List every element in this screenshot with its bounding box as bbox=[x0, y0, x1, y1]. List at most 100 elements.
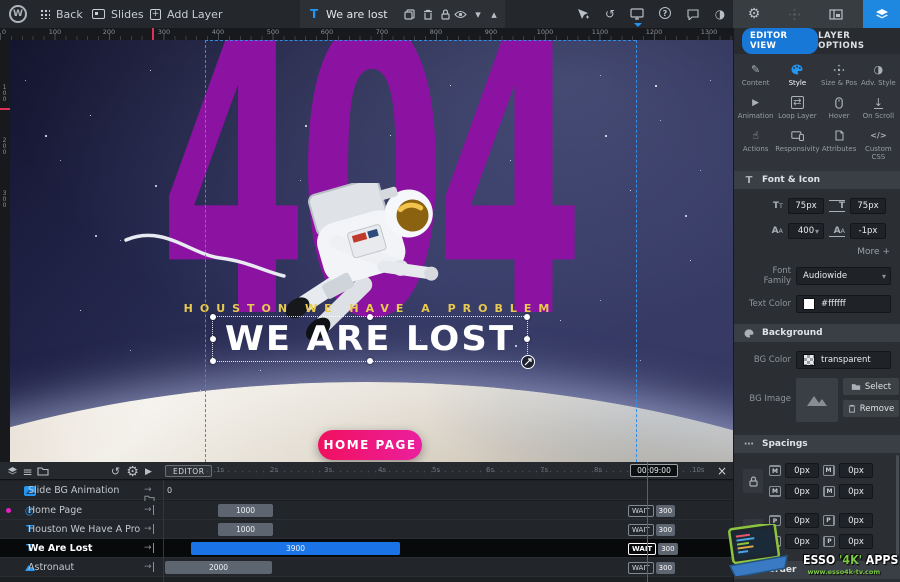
tab-hover[interactable]: Hover bbox=[819, 96, 858, 120]
preview-device-icon[interactable] bbox=[630, 7, 644, 21]
wait-badge[interactable]: WAIT 300 bbox=[628, 504, 675, 517]
wait-badge[interactable]: WAIT 300 bbox=[628, 561, 675, 574]
tab-size-pos[interactable]: Size & Pos bbox=[819, 63, 858, 87]
font-family-select[interactable]: Audiowide bbox=[796, 267, 891, 285]
timeline-layers-icon[interactable] bbox=[6, 465, 19, 478]
resize-handle-e[interactable] bbox=[524, 336, 530, 342]
animation-bar[interactable]: 2000 bbox=[165, 561, 272, 574]
letter-spacing-input[interactable]: -1px bbox=[850, 223, 886, 239]
selected-layer-box[interactable]: WE ARE LOST bbox=[212, 316, 528, 362]
resize-handle-sw[interactable] bbox=[210, 358, 216, 364]
feedback-icon[interactable] bbox=[686, 7, 700, 21]
delete-layer-icon[interactable] bbox=[421, 7, 435, 21]
wait-badge[interactable]: WAIT 300 bbox=[628, 542, 678, 555]
layout-panels-icon[interactable] bbox=[829, 7, 843, 21]
tab-style[interactable]: Style bbox=[775, 63, 819, 87]
resize-handle-n[interactable] bbox=[367, 314, 373, 320]
font-weight-select[interactable]: 400 bbox=[788, 223, 824, 239]
timeline-close-icon[interactable] bbox=[714, 463, 730, 479]
selection-tool-icon[interactable] bbox=[576, 7, 590, 21]
duplicate-layer-icon[interactable] bbox=[402, 7, 416, 21]
tab-loop-layer[interactable]: Loop Layer bbox=[775, 96, 819, 120]
line-height-input[interactable]: 75px bbox=[850, 198, 886, 214]
margin-top-icon: M bbox=[769, 465, 781, 476]
section-font-icon[interactable]: T Font & Icon bbox=[734, 171, 900, 189]
move-layer-down-icon[interactable] bbox=[471, 7, 485, 21]
margin-lock-icon[interactable] bbox=[743, 469, 763, 493]
timeline-playhead[interactable] bbox=[647, 462, 648, 582]
layer-title-text[interactable]: WE ARE LOST bbox=[207, 317, 534, 361]
resize-handle-w[interactable] bbox=[210, 336, 216, 342]
help-icon[interactable] bbox=[659, 7, 671, 19]
timeline-menu-icon[interactable] bbox=[21, 465, 34, 478]
slide-canvas[interactable]: 404 bbox=[0, 40, 733, 462]
tab-content[interactable]: Content bbox=[736, 63, 775, 87]
timeline-row-home-page[interactable]: Home Page 1000 WAIT 300 bbox=[0, 501, 733, 520]
more-link[interactable]: More + bbox=[734, 247, 890, 257]
visibility-eye-icon[interactable] bbox=[453, 7, 467, 21]
move-tool-icon[interactable] bbox=[787, 7, 801, 21]
wait-badge[interactable]: WAIT 300 bbox=[628, 523, 675, 536]
margin-left-input[interactable]: 0px bbox=[839, 484, 873, 499]
back-button[interactable]: Back bbox=[40, 0, 83, 28]
skip-to-end-icon[interactable] bbox=[144, 505, 154, 515]
loop-icon bbox=[791, 96, 803, 109]
slides-button[interactable]: Slides bbox=[92, 0, 144, 28]
move-arrows-icon bbox=[833, 63, 845, 76]
bg-image-thumbnail[interactable] bbox=[796, 378, 838, 422]
timeline-row-astronaut[interactable]: Astronaut 2000 WAIT 300 bbox=[0, 558, 733, 577]
animation-bar[interactable]: 1000 bbox=[218, 523, 273, 536]
resize-handle-nw[interactable] bbox=[210, 314, 216, 320]
wordpress-logo[interactable] bbox=[9, 5, 27, 23]
lock-layer-icon[interactable] bbox=[438, 7, 452, 21]
margin-top-input[interactable]: 0px bbox=[785, 463, 819, 478]
option-tabs: Content Style Size & Pos Adv. Style bbox=[734, 54, 900, 171]
top-toolbar: Back Slides Add Layer T We are lost bbox=[0, 0, 900, 28]
timeline-play-icon[interactable] bbox=[142, 465, 155, 478]
skip-to-end-icon[interactable] bbox=[144, 562, 154, 572]
timeline-settings-icon[interactable] bbox=[126, 465, 139, 478]
slider-editor-app: 404 bbox=[0, 0, 900, 582]
text-color-input[interactable]: #ffffff bbox=[796, 295, 891, 313]
bg-image-select-button[interactable]: Select bbox=[843, 378, 899, 395]
contrast-icon[interactable] bbox=[713, 7, 727, 21]
layers-panel-button[interactable] bbox=[863, 0, 900, 28]
current-time-input[interactable]: 00:09:00 bbox=[630, 464, 678, 477]
settings-gear-icon[interactable] bbox=[747, 7, 761, 21]
tab-animation[interactable]: Animation bbox=[736, 96, 775, 120]
undo-icon[interactable] bbox=[603, 7, 617, 21]
tab-attributes[interactable]: Attributes bbox=[819, 129, 858, 161]
tab-custom-css[interactable]: Custom CSS bbox=[859, 129, 898, 161]
editor-view-button[interactable]: EDITOR VIEW bbox=[742, 28, 818, 54]
section-spacings[interactable]: Spacings bbox=[734, 435, 900, 453]
layer-home-page-button[interactable]: HOME PAGE bbox=[318, 430, 422, 460]
margin-bottom-input[interactable]: 0px bbox=[785, 484, 819, 499]
timeline-loop-icon[interactable] bbox=[109, 465, 122, 478]
font-size-input[interactable]: 75px bbox=[788, 198, 824, 214]
animation-bar-selected[interactable]: 3900 bbox=[191, 542, 400, 555]
tab-responsivity[interactable]: Responsivity bbox=[775, 129, 819, 161]
resize-handle-s[interactable] bbox=[367, 358, 373, 364]
bg-image-remove-button[interactable]: Remove bbox=[843, 400, 899, 417]
tab-adv-style[interactable]: Adv. Style bbox=[859, 63, 898, 87]
skip-to-end-icon[interactable] bbox=[144, 524, 154, 534]
resize-handle-ne[interactable] bbox=[524, 314, 530, 320]
section-background[interactable]: Background bbox=[734, 324, 900, 342]
selected-layer-bar: T We are lost bbox=[300, 0, 505, 28]
tab-actions[interactable]: Actions bbox=[736, 129, 775, 161]
font-size-icon: TT bbox=[767, 201, 783, 211]
bg-image-label: BG Image bbox=[743, 394, 791, 404]
timeline-row-slide-bg[interactable]: Slide BG Animation 0 bbox=[0, 481, 733, 500]
skip-to-end-icon[interactable] bbox=[144, 543, 154, 553]
move-layer-up-icon[interactable] bbox=[487, 7, 501, 21]
bg-color-input[interactable]: transparent bbox=[796, 351, 891, 369]
timeline-row-we-are-lost[interactable]: T We Are Lost 3900 WAIT 300 bbox=[0, 539, 733, 558]
rotate-handle[interactable] bbox=[521, 355, 535, 369]
add-layer-button[interactable]: Add Layer bbox=[150, 0, 222, 28]
timeline-folder-icon[interactable] bbox=[36, 465, 49, 478]
animation-bar[interactable]: 1000 bbox=[218, 504, 273, 517]
timeline-row-houston[interactable]: T Houston We Have A Pro 1000 WAIT 300 bbox=[0, 520, 733, 539]
margin-right-input[interactable]: 0px bbox=[839, 463, 873, 478]
tab-on-scroll[interactable]: On Scroll bbox=[859, 96, 898, 120]
dots-icon bbox=[744, 439, 754, 450]
